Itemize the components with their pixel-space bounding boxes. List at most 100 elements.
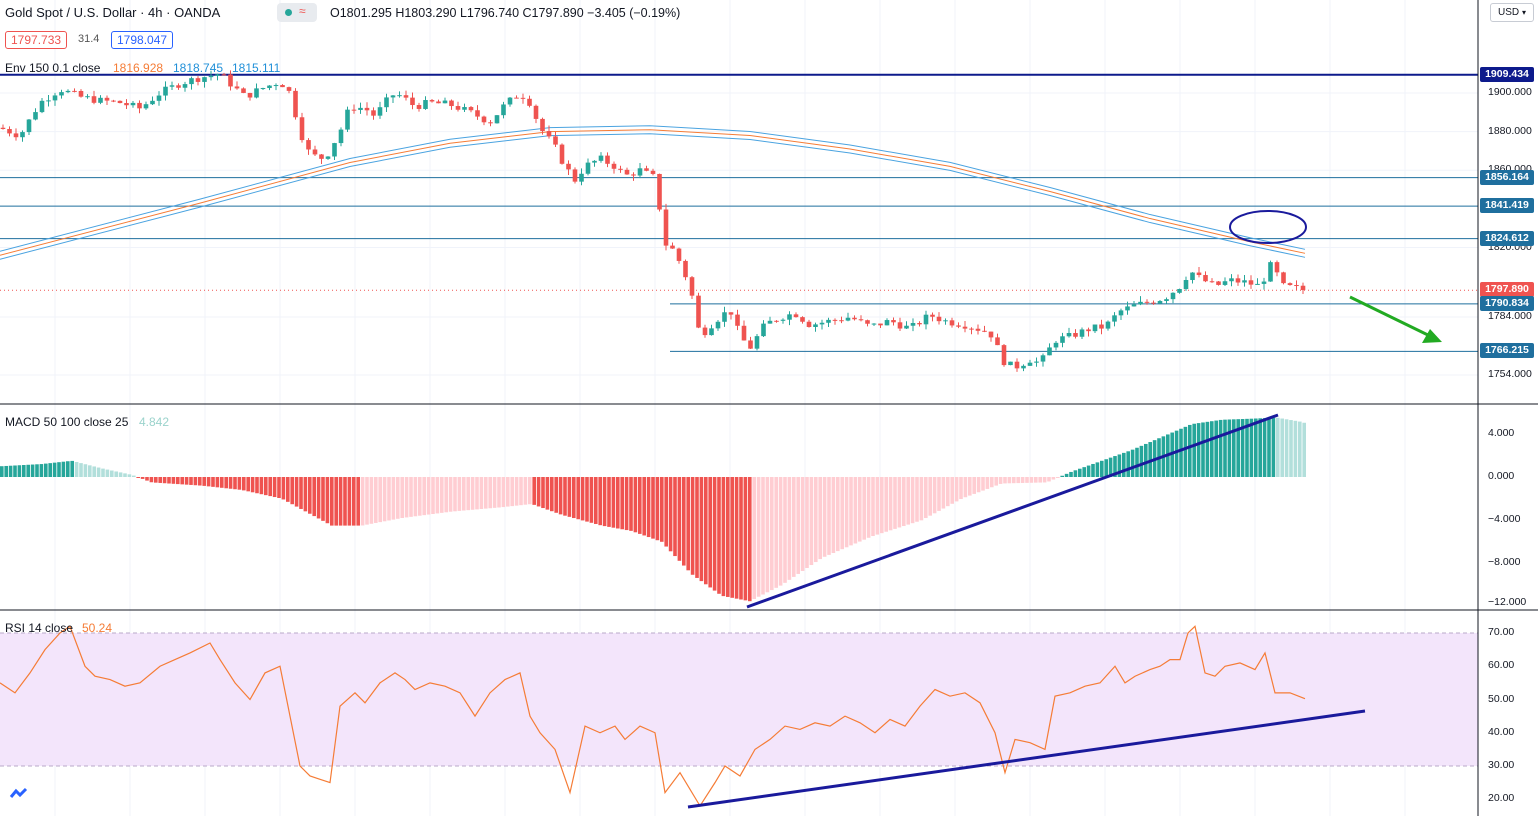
macd-bar <box>356 477 360 526</box>
candle-body <box>806 321 812 328</box>
macd-bar <box>1289 420 1293 477</box>
macd-bar <box>1126 451 1130 477</box>
macd-bar <box>1020 477 1025 483</box>
candle-body <box>696 295 701 328</box>
macd-bar <box>519 477 523 506</box>
macd-bar <box>1227 419 1232 477</box>
macd-bar <box>488 477 492 509</box>
rsi-indicator-label[interactable]: RSI 14 close <box>5 621 73 635</box>
candle-body <box>858 319 864 321</box>
macd-bar <box>1302 422 1306 477</box>
macd-bar <box>550 477 554 512</box>
candle-body <box>1294 285 1299 287</box>
macd-bar <box>1051 477 1056 480</box>
candle-body <box>670 245 675 249</box>
macd-bar <box>954 477 959 502</box>
candle-body <box>585 162 591 174</box>
macd-bar <box>418 477 422 516</box>
macd-bar <box>242 477 246 491</box>
macd-bar <box>902 477 906 527</box>
candle-body <box>46 100 51 102</box>
candle-body <box>111 100 116 102</box>
candle-body <box>1242 280 1247 283</box>
macd-bar <box>866 477 871 538</box>
candle-body <box>130 102 136 106</box>
buy-button[interactable]: 1798.047 <box>111 31 174 49</box>
candle-body <box>78 90 84 97</box>
candle-body <box>1255 283 1260 285</box>
macd-bar <box>1267 417 1271 477</box>
macd-bar <box>673 477 677 557</box>
price-tick: 1754.000 <box>1488 368 1532 380</box>
macd-bar <box>576 477 580 520</box>
macd-bar <box>114 471 118 477</box>
macd-bar <box>374 477 378 523</box>
compare-toggle-button[interactable]: ≈ <box>277 3 317 22</box>
macd-bar <box>783 477 787 583</box>
macd-bar <box>83 464 88 477</box>
candle-body <box>293 90 298 118</box>
candle-body <box>124 103 129 106</box>
macd-bar <box>312 477 316 517</box>
horizontal-levels[interactable] <box>0 73 1478 352</box>
candle-body <box>878 323 883 326</box>
macd-bar <box>26 464 30 477</box>
macd-bar <box>563 477 567 516</box>
candle-body <box>208 75 214 78</box>
candle-body <box>1073 333 1078 337</box>
env-value-lower: 1815.111 <box>232 61 281 75</box>
macd-bar <box>690 477 695 575</box>
candle-body <box>429 100 435 102</box>
candle-body <box>364 107 370 111</box>
macd-bar <box>250 477 255 493</box>
macd-bar <box>422 477 426 516</box>
rsi-tick: 40.00 <box>1488 725 1515 738</box>
tradingview-logo[interactable] <box>5 783 33 805</box>
chart-canvas[interactable] <box>0 0 1538 816</box>
macd-bar <box>765 477 770 593</box>
sell-button[interactable]: 1797.733 <box>5 31 68 49</box>
macd-bar <box>299 477 303 509</box>
candle-body <box>286 87 292 91</box>
candle-body <box>1300 285 1306 291</box>
candle-body <box>1099 324 1104 329</box>
macd-bar <box>730 477 734 598</box>
candle-body <box>20 132 25 138</box>
macd-bar <box>484 477 488 509</box>
currency-button[interactable]: USD ▾ <box>1490 3 1534 22</box>
macd-bar <box>734 477 739 599</box>
macd-indicator-label[interactable]: MACD 50 100 close 25 <box>5 415 128 429</box>
rsi-tick: 50.00 <box>1488 692 1515 705</box>
candle-body <box>1027 362 1033 366</box>
macd-bar <box>629 477 633 531</box>
macd-value: 4.842 <box>139 415 170 429</box>
candle-body <box>982 330 987 332</box>
candle-body <box>1164 299 1169 302</box>
candle-body <box>1222 281 1228 285</box>
candle-body <box>923 314 929 325</box>
macd-bar <box>660 477 664 542</box>
candle-body <box>358 107 363 110</box>
macd-bar <box>717 477 721 594</box>
macd-bar <box>17 465 22 477</box>
macd-bar <box>176 477 180 485</box>
macd-bar <box>1249 418 1254 477</box>
candle-body <box>1151 302 1156 304</box>
candle-body <box>189 78 194 85</box>
macd-bar <box>92 466 96 477</box>
ohlc-values: O1801.295 H1803.290 L1796.740 C1797.890 … <box>330 6 681 20</box>
macd-bar <box>1192 423 1196 477</box>
macd-bar <box>704 477 708 585</box>
macd-tick: −12.000 <box>1488 596 1527 608</box>
env-indicator-label[interactable]: Env 150 0.1 close <box>5 61 100 75</box>
candle-body <box>1235 278 1241 283</box>
macd-bar <box>501 477 506 508</box>
rsi-tick: 70.00 <box>1488 626 1515 638</box>
candle-body <box>468 107 474 111</box>
candle-body <box>299 117 305 141</box>
macd-bar <box>246 477 250 492</box>
macd-bar <box>1122 452 1126 477</box>
macd-bar <box>1016 477 1020 484</box>
chart-stage[interactable]: Gold Spot / U.S. Dollar · 4h · OANDA ≈ O… <box>0 0 1538 816</box>
macd-bar <box>233 477 237 490</box>
